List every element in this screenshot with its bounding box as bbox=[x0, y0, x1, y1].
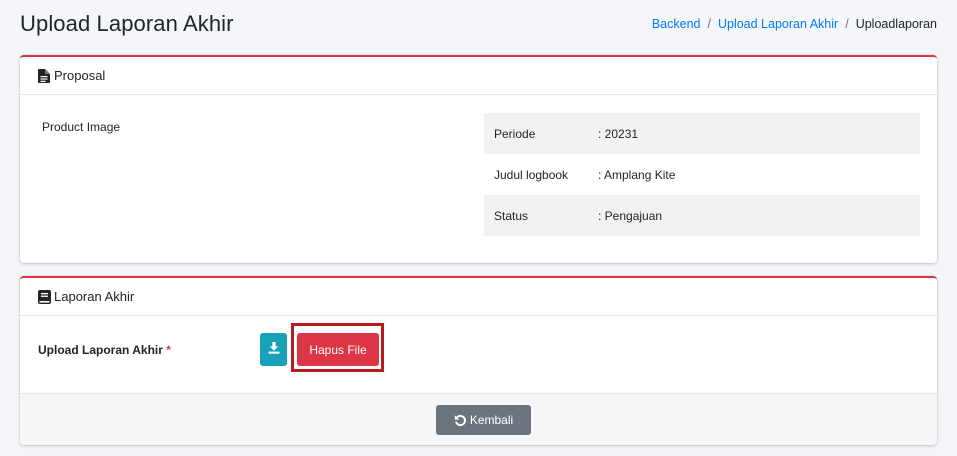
file-text-icon bbox=[38, 68, 51, 83]
proposal-card-header: Proposal bbox=[20, 57, 937, 95]
card-footer: Kembali bbox=[20, 393, 937, 445]
detail-value: : Pengajuan bbox=[598, 195, 920, 236]
breadcrumb-separator: / bbox=[707, 17, 711, 31]
laporan-akhir-card: Laporan Akhir Upload Laporan Akhir * Hap… bbox=[20, 276, 937, 445]
upload-laporan-label: Upload Laporan Akhir * bbox=[38, 343, 171, 357]
detail-key: Periode bbox=[484, 113, 598, 154]
content-header: Upload Laporan Akhir Backend / Upload La… bbox=[20, 8, 937, 40]
download-file-button[interactable] bbox=[260, 333, 287, 366]
download-icon bbox=[268, 342, 280, 357]
book-icon bbox=[38, 289, 51, 304]
detail-value: : Amplang Kite bbox=[598, 167, 676, 182]
laporan-card-title: Laporan Akhir bbox=[54, 289, 135, 304]
breadcrumb-backend-link[interactable]: Backend bbox=[652, 17, 701, 31]
product-image-label: Product Image bbox=[42, 120, 121, 134]
breadcrumb-upload-laporan-link[interactable]: Upload Laporan Akhir bbox=[718, 17, 838, 31]
laporan-card-header: Laporan Akhir bbox=[20, 278, 937, 316]
breadcrumb-current: Uploadlaporan bbox=[855, 17, 937, 31]
breadcrumb: Backend / Upload Laporan Akhir / Uploadl… bbox=[652, 17, 937, 31]
detail-key: Judul logbook bbox=[494, 167, 569, 182]
undo-icon bbox=[454, 414, 467, 427]
kembali-button-label: Kembali bbox=[469, 413, 514, 427]
breadcrumb-separator: / bbox=[845, 17, 849, 31]
kembali-button[interactable]: Kembali bbox=[436, 405, 531, 435]
proposal-card: Proposal Product Image Periode : 20231 J… bbox=[20, 55, 937, 263]
hapus-file-button[interactable]: Hapus File bbox=[297, 333, 379, 366]
required-mark: * bbox=[166, 343, 171, 357]
table-row: Periode : 20231 bbox=[484, 113, 920, 154]
detail-key: Status bbox=[484, 195, 598, 236]
proposal-details-table: Periode : 20231 Judul logbook : Amplang … bbox=[484, 113, 920, 236]
table-row: Status : Pengajuan bbox=[484, 195, 920, 236]
page-title: Upload Laporan Akhir bbox=[20, 11, 234, 36]
table-row: Judul logbook : Amplang Kite bbox=[484, 154, 920, 195]
proposal-card-title: Proposal bbox=[54, 68, 106, 83]
upload-label-text: Upload Laporan Akhir bbox=[38, 343, 163, 357]
detail-value: : 20231 bbox=[598, 113, 920, 154]
